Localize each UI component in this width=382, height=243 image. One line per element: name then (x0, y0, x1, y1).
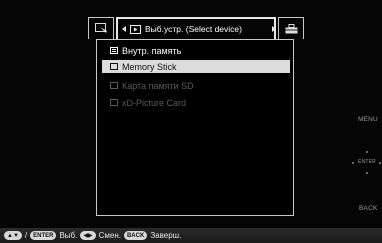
back-key-icon: BACK (123, 231, 148, 240)
xd-card-icon (110, 99, 118, 106)
tab-bar: Выб.устр. (Select device) (88, 17, 305, 39)
enter-button-label[interactable]: ENTER (358, 159, 376, 165)
tab-settings[interactable] (272, 17, 304, 39)
slideshow-icon (130, 24, 141, 34)
sd-card-item: Карта памяти SD (102, 79, 290, 92)
xd-card-label: xD-Picture Card (122, 97, 187, 108)
right-dot-icon (379, 162, 381, 164)
arrow-right-icon[interactable] (272, 26, 276, 32)
enter-action-label: Выб. (59, 231, 78, 240)
menu-button-label[interactable]: MENU (358, 116, 378, 123)
internal-memory-item[interactable]: Внутр. память (102, 44, 290, 57)
back-button-label[interactable]: BACK (359, 205, 378, 212)
arrow-left-icon[interactable] (122, 26, 126, 32)
left-dot-icon (352, 162, 354, 164)
change-action-label: Смен. (98, 231, 121, 240)
memory-stick-item[interactable]: Memory Stick (102, 60, 290, 73)
up-down-key-icon: ▲▼ (4, 231, 22, 240)
down-dot-icon (366, 172, 368, 174)
memory-stick-label: Memory Stick (122, 61, 177, 72)
internal-memory-label: Внутр. память (122, 45, 182, 56)
edit-icon (94, 23, 107, 33)
tab-edit[interactable] (88, 17, 114, 39)
tab-title: Выб.устр. (Select device) (145, 24, 242, 34)
toolbox-icon (284, 23, 298, 33)
xd-card-item: xD-Picture Card (102, 96, 290, 109)
enter-key-icon: ENTER (30, 231, 57, 240)
sd-card-icon (110, 82, 118, 89)
screen: Выб.устр. (Select device) Внутр. память … (0, 0, 382, 243)
slash-separator: / (24, 231, 28, 240)
left-right-key-icon: ◀▶ (80, 231, 96, 240)
memory-stick-icon (110, 63, 118, 70)
tab-select-device[interactable]: Выб.устр. (Select device) (116, 17, 276, 39)
bottom-hint-bar: ▲▼ / ENTER Выб. ◀▶ Смен. BACK Заверш. (0, 228, 382, 243)
internal-memory-icon (110, 47, 118, 54)
back-action-label: Заверш. (150, 231, 182, 240)
up-dot-icon (366, 151, 368, 153)
sd-card-label: Карта памяти SD (122, 80, 194, 91)
device-panel: Внутр. память Memory Stick Карта памяти … (96, 39, 294, 216)
